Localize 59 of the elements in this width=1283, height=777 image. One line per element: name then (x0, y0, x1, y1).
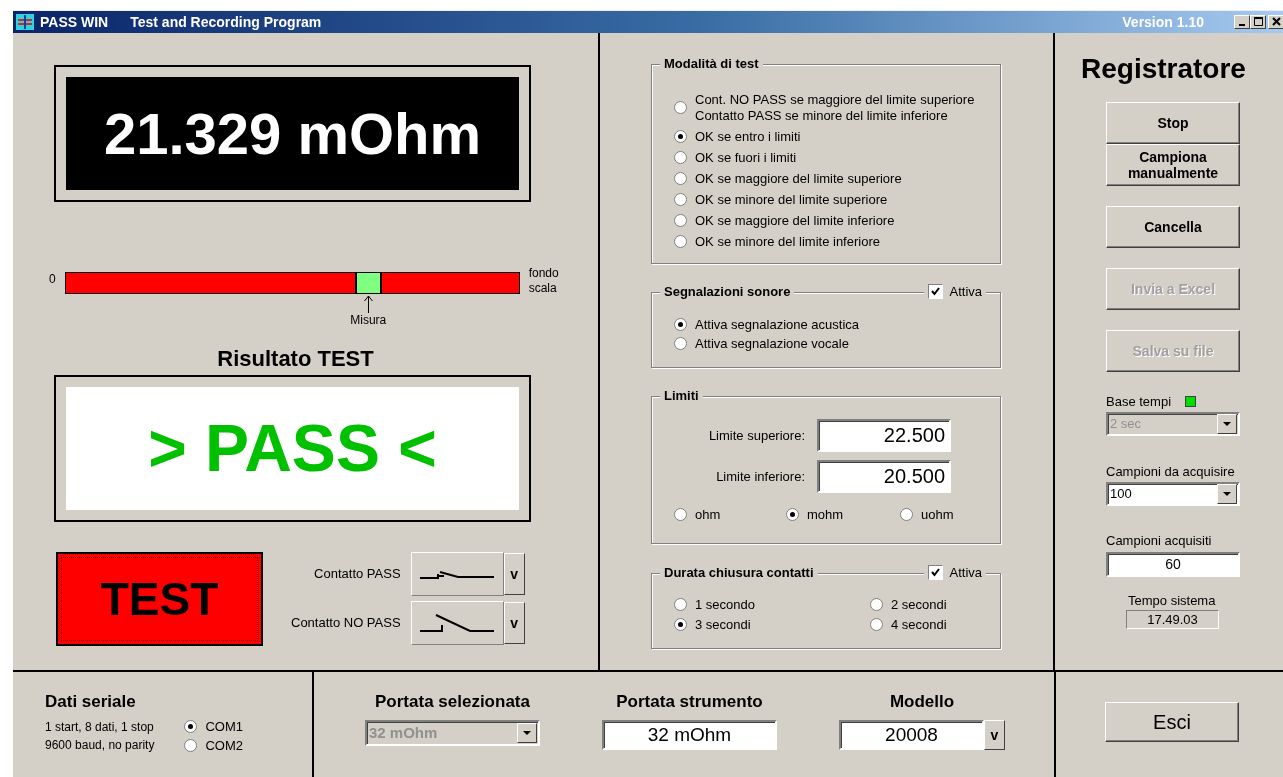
sound-option: Attiva segnalazione acustica (695, 316, 860, 333)
model-field[interactable]: 20008 (839, 719, 984, 750)
samples-acquired-field[interactable]: 60 (1106, 551, 1240, 577)
test-mode-option: OK se maggiore del limite superiore (695, 170, 902, 187)
unit-option: uohm (921, 506, 954, 523)
contact-label: Contatto PASS (314, 566, 401, 582)
scale-max-label: fondo scala (528, 265, 560, 296)
system-time-label: Tempo sistema (1128, 592, 1216, 608)
samples-dropdown[interactable]: 100 (1106, 481, 1240, 506)
time-base-label: Base tempi (1106, 393, 1172, 409)
model-label: Modello (889, 691, 955, 712)
serial-info: 9600 baud, no parity (45, 736, 155, 754)
serial-info: 1 start, 8 dati, 1 stop (45, 718, 155, 736)
duration-option: 1 secondo (695, 596, 755, 613)
exit-button[interactable]: Esci (1105, 701, 1239, 742)
marker-label: Misura (350, 312, 387, 328)
contact-menu-button[interactable]: v (503, 601, 525, 644)
active-checkbox[interactable]: Attiva (924, 283, 986, 299)
recorder-title: Registratore (1081, 52, 1246, 85)
duration-option: 4 secondi (891, 616, 947, 633)
limit-field[interactable]: 20.500 (817, 459, 951, 493)
serial-title: Dati seriale (45, 691, 137, 712)
selected-range-label: Portata selezionata (375, 691, 530, 712)
version-label: Version 1.10 (1122, 13, 1204, 30)
samples-to-acquire-label: Campioni da acquisire (1106, 463, 1235, 479)
port-option: COM1 (205, 718, 243, 735)
port-option: COM2 (205, 737, 243, 754)
result-text: > PASS < (66, 386, 519, 510)
result-title: Risultato TEST (216, 345, 375, 372)
reading-display: 21.329 mOhm (66, 76, 519, 190)
recorder-button[interactable]: Cancella (1106, 205, 1240, 248)
recorder-button[interactable]: Stop (1106, 101, 1240, 144)
instrument-range-label: Portata strumento (616, 691, 763, 712)
recorder-button[interactable]: Campiona manualmente (1106, 143, 1240, 186)
sound-option: Attiva segnalazione vocale (695, 335, 849, 352)
limit-field[interactable]: 22.500 (817, 418, 951, 452)
contact-label: Contatto NO PASS (291, 615, 401, 631)
window-title: Test and Recording Program (130, 13, 322, 30)
contact-menu-button[interactable]: v (503, 552, 525, 595)
instrument-range-field[interactable]: 32 mOhm (602, 719, 777, 750)
test-mode-option: OK se minore del limite superiore (695, 191, 888, 208)
duration-option: 3 secondi (695, 616, 751, 633)
samples-acquired-label: Campioni acquisiti (1106, 532, 1212, 548)
test-button[interactable]: TEST (56, 551, 263, 646)
test-mode-option: Cont. NO PASS se maggiore del limite superiore Contatto PASS se minore del limite inferiore (695, 91, 975, 124)
test-mode-option: OK se fuori i limiti (695, 149, 797, 166)
test-mode-option: OK se minore del limite inferiore (695, 233, 880, 250)
test-mode-option: OK se entro i limiti (695, 128, 801, 145)
limit-label: Limite superiore: (708, 427, 805, 443)
app-name: PASS WIN (40, 13, 109, 30)
unit-option: mohm (807, 506, 844, 523)
scale-min-label: 0 (49, 271, 56, 287)
system-time-display: 17.49.03 (1126, 609, 1219, 629)
unit-option: ohm (695, 506, 721, 523)
model-menu-button[interactable]: v (984, 719, 1005, 750)
test-mode-option: OK se maggiore del limite inferiore (695, 212, 895, 229)
limit-label: Limite inferiore: (716, 468, 805, 484)
duration-option: 2 secondi (891, 596, 947, 613)
active-checkbox[interactable]: Attiva (924, 564, 986, 580)
